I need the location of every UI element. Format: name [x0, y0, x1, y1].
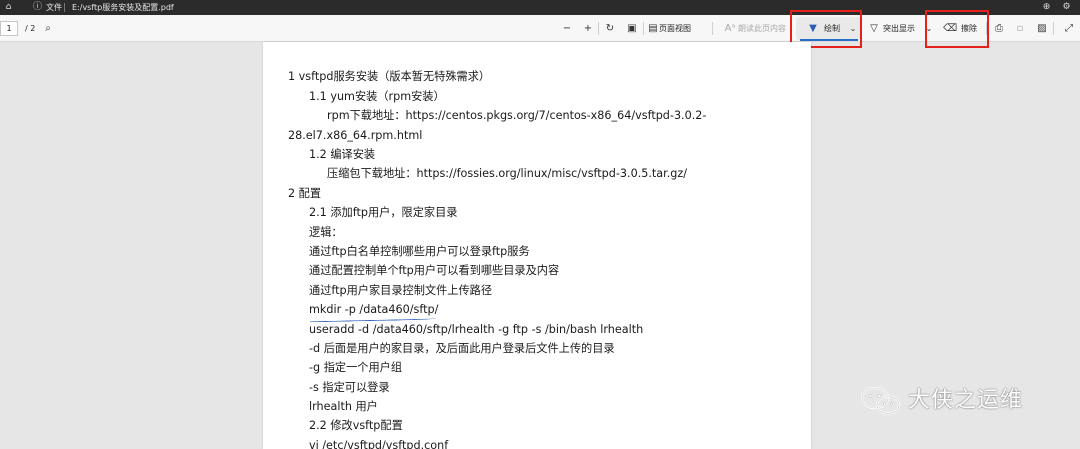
doc-line: -s 指定可以登录 — [309, 381, 390, 394]
doc-line: lrhealth 用户 — [309, 400, 378, 413]
search-icon[interactable]: ⌕ — [41, 20, 55, 37]
print-icon[interactable]: ⎙ — [992, 20, 1006, 37]
toolbar-divider — [712, 22, 713, 35]
read-aloud-button[interactable]: 朗读此页内容 — [738, 20, 786, 37]
doc-line: 2.1 添加ftp用户，限定家目录 — [309, 206, 458, 219]
save-icon[interactable]: ▫ — [1013, 20, 1027, 37]
doc-line: 通过ftp白名单控制哪些用户可以登录ftp服务 — [309, 245, 530, 258]
toolbar-divider — [598, 22, 599, 35]
page-view-button[interactable]: 页面视图 — [659, 20, 691, 37]
wechat-logo-icon — [860, 386, 901, 415]
file-label: 文件 — [46, 3, 62, 12]
pdf-page: 1 vsftpd服务安装（版本暂无特殊需求） 1.1 yum安装（rpm安装） … — [263, 42, 811, 449]
save-as-icon[interactable]: ▨ — [1035, 20, 1049, 37]
watermark: 大侠之运维 — [860, 384, 1060, 418]
read-aloud-icon[interactable]: Aᵃ — [723, 20, 737, 37]
address-bar: ⌂ ⓘ 文件 E:/vsftp服务安装及配置.pdf ⊕ ⚙ — [0, 0, 1080, 15]
doc-line: useradd -d /data460/sftp/lrhealth -g ftp… — [309, 323, 644, 336]
address-separator — [64, 3, 65, 12]
page-total: / 2 — [25, 24, 36, 33]
doc-line: 通过ftp用户家目录控制文件上传路径 — [309, 284, 493, 297]
doc-line: rpm下载地址：https://centos.pkgs.org/7/centos… — [327, 109, 707, 122]
home-icon[interactable]: ⌂ — [3, 2, 14, 13]
doc-line: 28.el7.x86_64.rpm.html — [288, 129, 423, 142]
doc-line: vi /etc/vsftpd/vsftpd.conf — [309, 439, 449, 449]
zoom-icon[interactable]: ⊕ — [1041, 2, 1052, 13]
rotate-icon[interactable]: ↻ — [603, 20, 617, 37]
zoom-out-icon[interactable]: − — [560, 20, 574, 37]
highlight-button[interactable]: 突出显示 — [883, 20, 915, 37]
doc-line: 1 vsftpd服务安装（版本暂无特殊需求） — [288, 70, 491, 83]
ink-underline — [309, 316, 437, 323]
doc-line: 1.2 编译安装 — [309, 148, 376, 161]
page-number-input[interactable]: 1 — [0, 21, 18, 36]
info-icon[interactable]: ⓘ — [32, 2, 43, 13]
page-view-icon[interactable]: ▤ — [646, 20, 660, 37]
doc-line: 逻辑： — [309, 226, 343, 239]
doc-line: 1.1 yum安装（rpm安装） — [309, 90, 445, 103]
doc-line: 压缩包下载地址：https://fossies.org/linux/misc/v… — [327, 167, 688, 180]
doc-line: 通过配置控制单个ftp用户可以看到哪些目录及内容 — [309, 264, 560, 277]
file-path[interactable]: E:/vsftp服务安装及配置.pdf — [72, 2, 174, 13]
toolbar-divider — [1053, 22, 1054, 35]
fullscreen-icon[interactable]: ⤢ — [1062, 20, 1076, 37]
doc-line: 2 配置 — [288, 187, 322, 200]
toolbar-divider — [643, 22, 644, 35]
zoom-in-icon[interactable]: + — [581, 20, 595, 37]
doc-line: -g 指定一个用户组 — [309, 361, 403, 374]
highlight-icon[interactable]: ▽ — [867, 20, 881, 37]
pdf-toolbar: 1 / 2 ⌕ − + ↻ ▣ ▤ 页面视图 Aᵃ 朗读此页内容 ▼ 绘制 ⌄ … — [0, 15, 1080, 42]
doc-line-command: mkdir -p /data460/sftp/ — [309, 303, 439, 316]
annotation-box-erase — [925, 10, 989, 48]
fit-page-icon[interactable]: ▣ — [625, 20, 639, 37]
settings-icon[interactable]: ⚙ — [1061, 2, 1072, 13]
doc-line: 2.2 修改vsftp配置 — [309, 419, 403, 432]
watermark-text: 大侠之运维 — [908, 388, 1024, 413]
doc-line: -d 后面是用户的家目录，及后面此用户登录后文件上传的目录 — [309, 342, 615, 355]
